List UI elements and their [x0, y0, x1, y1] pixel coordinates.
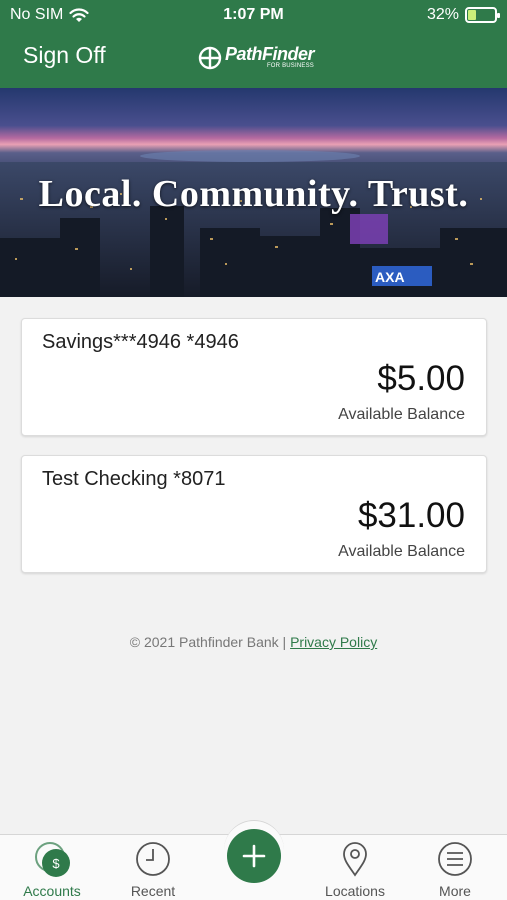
logo-subtext: FOR BUSINESS	[266, 63, 315, 69]
footer: © 2021 Pathfinder Bank | Privacy Policy	[0, 634, 507, 650]
battery-percent: 32%	[426, 6, 459, 23]
top-header: No SIM 1:07 PM 32% Sign Off PathFinder F	[0, 0, 507, 88]
plus-icon	[242, 844, 266, 868]
tab-locations[interactable]: Locations	[305, 835, 405, 900]
account-card-savings[interactable]: Savings***4946 *4946 $5.00 Available Bal…	[21, 318, 487, 436]
available-balance-label: Available Balance	[338, 406, 465, 423]
copyright-text: © 2021 Pathfinder Bank |	[129, 634, 287, 650]
tab-label: Accounts	[23, 883, 81, 899]
svg-text:AXA: AXA	[375, 269, 405, 285]
tab-accounts[interactable]: $ Accounts	[2, 835, 102, 900]
account-balance: $31.00	[357, 496, 465, 535]
pathfinder-logo: PathFinder FOR BUSINESS	[198, 44, 315, 74]
tab-more[interactable]: More	[405, 835, 505, 900]
tab-label: Locations	[325, 883, 385, 899]
account-balance: $5.00	[377, 359, 465, 398]
account-card-checking[interactable]: Test Checking *8071 $31.00 Available Bal…	[21, 455, 487, 573]
battery-group: 32%	[426, 6, 500, 24]
nav-bar: Sign Off PathFinder FOR BUSINESS	[0, 38, 507, 78]
hero-tagline: Local. Community. Trust.	[38, 173, 469, 215]
add-button[interactable]	[227, 829, 281, 883]
sign-off-button[interactable]: Sign Off	[23, 42, 106, 69]
account-name: Savings***4946 *4946	[42, 331, 239, 353]
privacy-policy-link[interactable]: Privacy Policy	[290, 634, 377, 650]
map-pin-icon	[343, 842, 367, 877]
logo-wordmark: PathFinder FOR BUSINESS	[225, 44, 315, 69]
status-bar: No SIM 1:07 PM 32%	[0, 0, 507, 30]
battery-charging-icon	[465, 7, 500, 23]
tab-label: Recent	[130, 883, 176, 899]
menu-icon	[438, 842, 472, 876]
logo-name: PathFinder	[225, 44, 315, 64]
hero-banner: AXA Local. Community. Trust.	[0, 88, 507, 297]
dollar-coin-icon: $	[35, 842, 70, 877]
clock-icon	[136, 842, 170, 876]
pathfinder-logo-icon	[198, 46, 222, 70]
account-name: Test Checking *8071	[42, 468, 226, 490]
tab-recent[interactable]: Recent	[103, 835, 203, 900]
available-balance-label: Available Balance	[338, 543, 465, 560]
battery-fill	[468, 10, 477, 20]
tab-label: More	[439, 883, 471, 899]
svg-text:$: $	[52, 856, 60, 871]
